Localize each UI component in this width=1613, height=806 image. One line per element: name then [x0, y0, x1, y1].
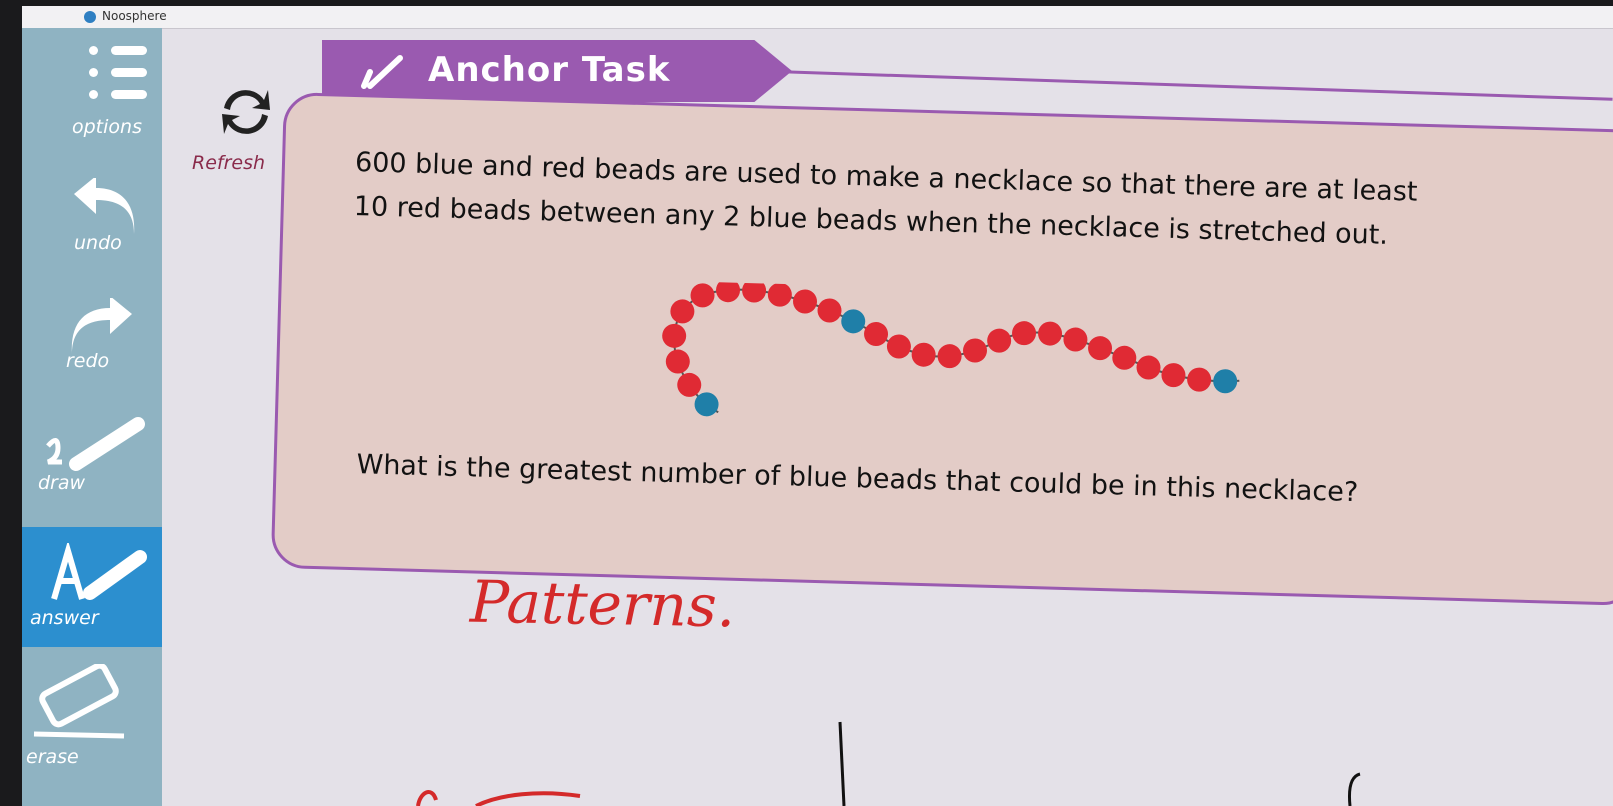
pen-strokes [416, 721, 1361, 806]
